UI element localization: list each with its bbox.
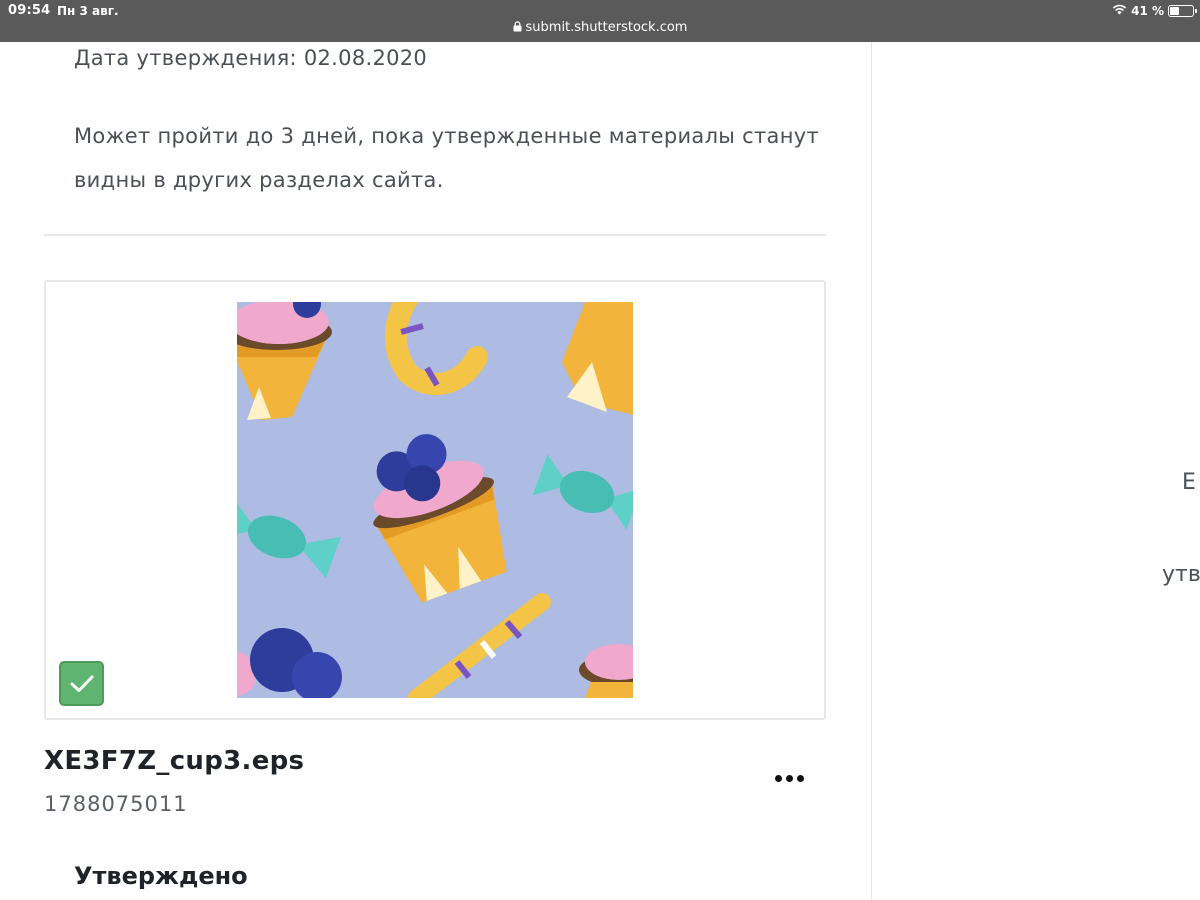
status-time: 09:54	[8, 3, 51, 18]
asset-card[interactable]	[44, 280, 826, 720]
right-panel-text: Е	[1182, 470, 1196, 495]
right-panel-text: утв	[1162, 562, 1200, 587]
checkmark-icon	[70, 675, 93, 692]
more-dot	[796, 774, 804, 782]
panel-divider	[871, 42, 872, 900]
wifi-icon	[1112, 4, 1127, 18]
more-dot	[785, 774, 793, 782]
asset-status: Утверждено	[74, 862, 248, 890]
status-bar: 09:54 Пн 3 авг. submit.shutterstock.com …	[0, 0, 1200, 42]
main-content: Дата утверждения: 02.08.2020 Может пройт…	[0, 42, 871, 900]
status-date: Пн 3 авг.	[57, 4, 119, 18]
approval-date: Дата утверждения: 02.08.2020	[74, 46, 428, 70]
divider	[44, 234, 826, 236]
battery-icon	[1168, 5, 1197, 17]
lock-icon	[513, 21, 522, 36]
asset-thumbnail[interactable]	[237, 302, 633, 698]
address-bar[interactable]: submit.shutterstock.com	[0, 20, 1200, 36]
url-text: submit.shutterstock.com	[525, 20, 688, 35]
availability-info: Может пройти до 3 дней, пока утвержденны…	[74, 124, 819, 192]
battery-percent: 41 %	[1131, 4, 1164, 18]
status-indicators: 41 %	[1112, 3, 1197, 19]
asset-filename: XE3F7Z_cup3.eps	[44, 746, 305, 776]
more-dots-icon	[774, 774, 782, 782]
more-options-button[interactable]	[766, 764, 812, 792]
asset-id: 1788075011	[44, 792, 188, 816]
selected-checkbox[interactable]	[59, 661, 104, 706]
